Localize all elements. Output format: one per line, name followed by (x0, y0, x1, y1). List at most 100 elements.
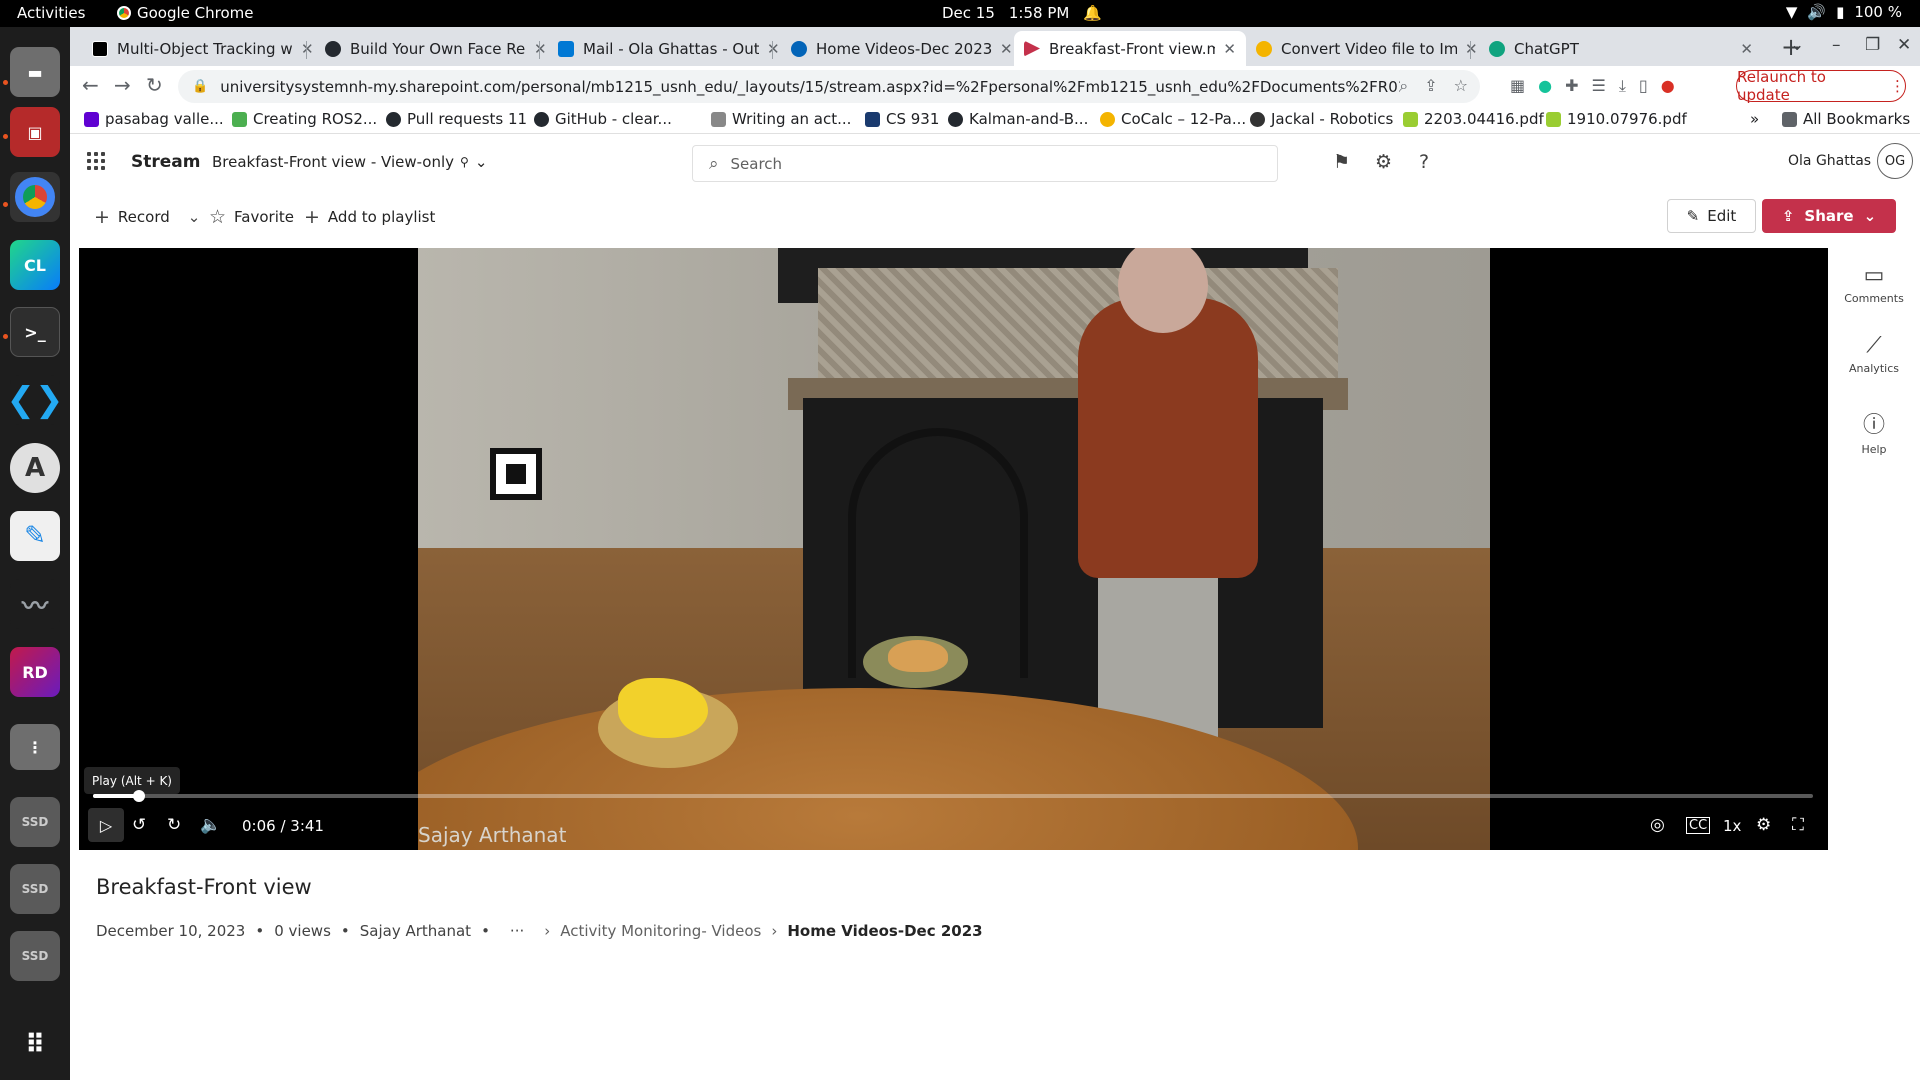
bookmark-item[interactable]: Creating ROS2... (232, 110, 377, 128)
search-input[interactable]: ⌕ Search (692, 145, 1278, 182)
breadcrumb-current[interactable]: Home Videos-Dec 2023 (787, 922, 982, 940)
forward-icon[interactable]: → (114, 73, 131, 97)
files-icon[interactable]: ▬ (10, 47, 60, 97)
vscode-icon[interactable]: ❮❯ (7, 375, 64, 425)
ssd-drive-icon[interactable]: SSD (10, 864, 60, 914)
extension-icon[interactable]: ▦ (1510, 76, 1525, 96)
bookmark-item[interactable]: 1910.07976.pdf (1546, 110, 1687, 128)
maximize-icon[interactable]: ❐ (1865, 35, 1880, 55)
browser-tab[interactable]: ChatGPT ✕ (1479, 31, 1763, 66)
system-tray[interactable]: ▼ 🔊 ▮ 100 % (1786, 3, 1902, 21)
document-title[interactable]: Breakfast-Front view - View-only ⚲ ⌄ (212, 153, 487, 171)
help-button[interactable]: ⓘ Help (1840, 407, 1908, 456)
play-button[interactable]: ▷ (88, 808, 124, 842)
minimize-icon[interactable]: – (1832, 35, 1841, 55)
tab-search-icon[interactable]: ⌄ (1790, 35, 1804, 55)
screen-recorder-icon[interactable]: ▣ (10, 107, 60, 157)
fullscreen-icon[interactable]: ⛶ (1792, 815, 1804, 835)
analytics-button[interactable]: ⟋ Analytics (1840, 333, 1908, 375)
bookmark-item[interactable]: 2203.04416.pdf (1403, 110, 1544, 128)
browser-tab[interactable]: Mail - Ola Ghattas - Outlo ✕ (548, 31, 790, 66)
bookmark-item[interactable]: pasabag valle... (84, 110, 224, 128)
clock[interactable]: Dec 15 1:58 PM 🔔 (942, 4, 1102, 22)
software-center-icon[interactable]: A (10, 443, 60, 493)
activities-button[interactable]: Activities (17, 4, 85, 22)
stream-brand[interactable]: Stream (131, 152, 200, 172)
side-panel-icon[interactable]: ▯ (1639, 76, 1648, 96)
audio-description-icon[interactable]: ◎ (1650, 815, 1665, 835)
terminal-icon[interactable]: >_ (10, 307, 60, 357)
site-info-icon[interactable]: 🔒 (192, 79, 208, 94)
rewind-10-icon[interactable]: ↺ (132, 815, 146, 835)
bookmark-item[interactable]: CS 931 (865, 110, 939, 128)
close-window-icon[interactable]: ✕ (1897, 35, 1911, 55)
bookmark-label: 1910.07976.pdf (1567, 110, 1687, 128)
edit-button[interactable]: ✎ Edit (1667, 199, 1756, 233)
text-editor-icon[interactable]: ✎ (10, 511, 60, 561)
relaunch-button[interactable]: Relaunch to update ⋮ (1736, 68, 1906, 104)
breadcrumb-parent[interactable]: Activity Monitoring- Videos (560, 922, 761, 940)
browser-tab-active[interactable]: Breakfast-Front view.mp ✕ (1014, 31, 1246, 66)
share-page-icon[interactable]: ⇪ (1424, 76, 1437, 96)
comments-button[interactable]: ▭ Comments (1840, 263, 1908, 305)
zoom-icon[interactable]: ⌕ (1399, 76, 1408, 96)
bookmark-item[interactable]: Pull requests 11 (386, 110, 527, 128)
browser-tab[interactable]: Multi-Object Tracking wi ✕ (82, 31, 324, 66)
feedback-icon[interactable]: ⚑ (1333, 151, 1350, 173)
app-launcher-icon[interactable] (87, 152, 105, 170)
close-tab-icon[interactable]: ✕ (1740, 40, 1753, 58)
close-tab-icon[interactable]: ✕ (1223, 40, 1236, 58)
browser-tab[interactable]: Convert Video file to Ima ✕ (1246, 31, 1488, 66)
close-tab-icon[interactable]: ✕ (301, 40, 314, 58)
grammarly-icon[interactable]: ● (1538, 76, 1552, 96)
bookmark-item[interactable]: Writing an act... (711, 110, 851, 128)
chrome-dock-icon[interactable] (10, 172, 60, 222)
address-bar[interactable]: 🔒 universitysystemnh-my.sharepoint.com/p… (178, 70, 1480, 103)
owner-name[interactable]: Sajay Arthanat (360, 922, 471, 940)
back-icon[interactable]: ← (82, 73, 99, 97)
gear-icon[interactable]: ⚙ (1375, 151, 1392, 173)
help-icon[interactable]: ? (1419, 151, 1429, 173)
reload-icon[interactable]: ↻ (146, 73, 163, 97)
bookmark-item[interactable]: GitHub - clear... (534, 110, 672, 128)
browser-tab[interactable]: Home Videos-Dec 2023 - ✕ (781, 31, 1023, 66)
bookmarks-overflow-icon[interactable]: » (1750, 110, 1759, 128)
download-icon[interactable]: ⤓ (1619, 76, 1626, 96)
forward-10-icon[interactable]: ↻ (167, 815, 181, 835)
favorite-button[interactable]: ☆ Favorite (209, 206, 294, 228)
profile-icon[interactable]: ● (1661, 76, 1675, 96)
avatar[interactable]: OG (1877, 143, 1913, 179)
system-monitor-icon[interactable]: 〰 (10, 579, 60, 629)
video-player[interactable]: Sajay Arthanat (79, 248, 1828, 850)
close-tab-icon[interactable]: ✕ (767, 40, 780, 58)
close-tab-icon[interactable]: ✕ (1000, 40, 1013, 58)
reading-list-icon[interactable]: ☰ (1592, 76, 1606, 96)
bookmark-star-icon[interactable]: ☆ (1454, 76, 1468, 96)
browser-tab[interactable]: Build Your Own Face Rec ✕ (315, 31, 557, 66)
gear-icon[interactable]: ⚙ (1756, 815, 1771, 835)
close-tab-icon[interactable]: ✕ (1465, 40, 1478, 58)
kebab-menu-icon[interactable]: ⋮ (1890, 77, 1905, 95)
record-button[interactable]: + Record ⌄ (94, 206, 200, 228)
add-to-playlist-button[interactable]: + Add to playlist (304, 206, 435, 228)
app-menu[interactable]: Google Chrome (117, 4, 254, 22)
close-tab-icon[interactable]: ✕ (534, 40, 547, 58)
bookmark-item[interactable]: Jackal - Robotics (1250, 110, 1393, 128)
bookmark-item[interactable]: CoCalc – 12-Pa... (1100, 110, 1246, 128)
show-apps-icon[interactable]: ⠿ (10, 1020, 60, 1070)
clion-icon[interactable]: CL (10, 240, 60, 290)
volume-icon[interactable]: 🔈 (200, 815, 221, 835)
rider-icon[interactable]: RD (10, 647, 60, 697)
more-icon[interactable]: ··· (510, 922, 524, 940)
bookmark-item[interactable]: Kalman-and-B... (948, 110, 1088, 128)
ssd-drive-icon[interactable]: SSD (10, 931, 60, 981)
share-button[interactable]: ⇪ Share ⌄ (1762, 199, 1896, 233)
captions-icon[interactable]: CC (1686, 817, 1711, 834)
disk-icon[interactable]: ⋮ (10, 724, 60, 770)
playback-speed-button[interactable]: 1x (1723, 817, 1741, 835)
bookmark-label: Creating ROS2... (253, 110, 378, 128)
all-bookmarks-folder[interactable]: All Bookmarks (1782, 110, 1910, 128)
ssd-drive-icon[interactable]: SSD (10, 797, 60, 847)
seek-bar[interactable] (93, 790, 1813, 802)
puzzle-icon[interactable]: ✚ (1565, 76, 1578, 96)
